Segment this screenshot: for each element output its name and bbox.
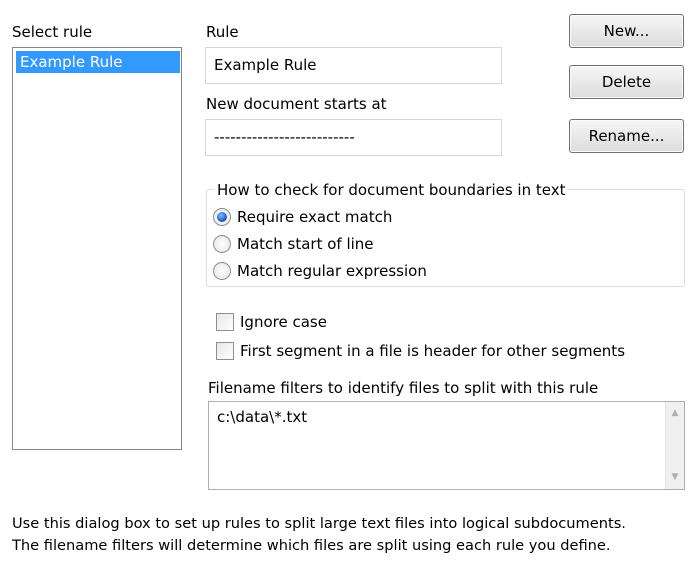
new-button[interactable]: New... [569, 14, 684, 48]
checkbox-unchecked-icon[interactable] [216, 342, 234, 360]
radio-start-of-line[interactable]: Match start of line [213, 233, 374, 255]
select-rule-label: Select rule [12, 23, 93, 41]
first-segment-header-label: First segment in a file is header for ot… [240, 342, 626, 360]
scroll-down-arrow-icon[interactable]: ▼ [666, 468, 684, 486]
vertical-scrollbar[interactable]: ▲ ▼ [665, 402, 684, 489]
rename-button[interactable]: Rename... [569, 119, 684, 153]
rule-listbox[interactable]: Example Rule [12, 47, 182, 450]
rule-name-input[interactable]: Example Rule [205, 47, 502, 84]
rule-list-item[interactable]: Example Rule [16, 51, 180, 73]
help-text-line-1: Use this dialog box to set up rules to s… [12, 515, 626, 532]
radio-start-of-line-label: Match start of line [237, 235, 374, 253]
filename-filters-text: c:\data\*.txt [217, 408, 308, 426]
radio-regular-expression-label: Match regular expression [237, 262, 427, 280]
radio-exact-match[interactable]: Require exact match [213, 206, 392, 228]
filename-filters-textarea[interactable]: c:\data\*.txt ▲ ▼ [208, 401, 685, 490]
ignore-case-checkbox[interactable]: Ignore case [213, 311, 327, 333]
radio-regular-expression[interactable]: Match regular expression [213, 260, 427, 282]
radio-unchecked-icon[interactable] [213, 235, 231, 253]
checkbox-unchecked-icon[interactable] [216, 313, 234, 331]
help-text: Use this dialog box to set up rules to s… [12, 513, 626, 557]
filename-filters-label: Filename filters to identify files to sp… [208, 379, 599, 397]
ignore-case-label: Ignore case [240, 313, 327, 331]
scroll-up-arrow-icon[interactable]: ▲ [666, 404, 684, 422]
delete-button[interactable]: Delete [569, 65, 684, 99]
new-document-label: New document starts at [206, 95, 387, 113]
radio-unchecked-icon[interactable] [213, 262, 231, 280]
radio-exact-match-label: Require exact match [237, 208, 393, 226]
boundary-group-legend: How to check for document boundaries in … [214, 181, 569, 199]
radio-checked-icon[interactable] [213, 208, 231, 226]
new-document-input[interactable]: -------------------------- [205, 119, 502, 156]
rule-label: Rule [206, 23, 239, 41]
first-segment-header-checkbox[interactable]: First segment in a file is header for ot… [213, 340, 625, 362]
help-text-line-2: The filename filters will determine whic… [12, 537, 611, 554]
